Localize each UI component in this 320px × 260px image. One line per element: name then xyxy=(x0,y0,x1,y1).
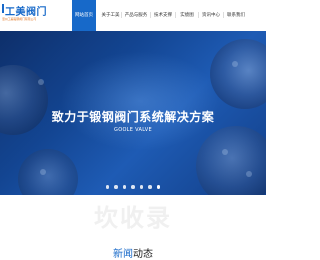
main-nav: 网站首页 关于工美 产品与服务 技术支撑 实绩图 资讯中心 联系我们 xyxy=(72,0,248,31)
valve-bolt xyxy=(246,171,252,177)
news-title-part1: 新闻 xyxy=(113,249,133,260)
slider-dot[interactable] xyxy=(148,185,152,189)
news-title-part2: 动态 xyxy=(133,249,153,260)
news-watermark: 坎收录 xyxy=(94,204,172,232)
slider-dot-active[interactable] xyxy=(156,185,161,189)
logo-title: 工美阀门 xyxy=(2,3,47,18)
nav-item-news[interactable]: 资讯中心 xyxy=(199,0,223,31)
banner-subtitle: GOOLE VALVE xyxy=(114,127,152,133)
logo[interactable]: 工美阀门 温州工美锻钢阀门有限公司 xyxy=(2,3,68,27)
nav-item-about[interactable]: 关于工美 xyxy=(100,0,121,31)
news-section: 坎收录 新闻动态 xyxy=(0,195,266,260)
banner-title: 致力于锻钢阀门系统解决方案 xyxy=(51,110,215,124)
nav-item-home[interactable]: 网站首页 xyxy=(72,0,96,31)
slider-dot[interactable] xyxy=(114,185,118,189)
nav-item-cases[interactable]: 实绩图 xyxy=(176,0,198,31)
valve-bolt xyxy=(222,149,228,155)
slider-dots xyxy=(0,185,266,189)
logo-subtitle: 温州工美锻钢阀门有限公司 xyxy=(2,17,37,21)
slider-dot[interactable] xyxy=(105,185,110,189)
header: 工美阀门 温州工美锻钢阀门有限公司 网站首页 关于工美 产品与服务 技术支撑 实… xyxy=(0,0,266,31)
valve-bolt xyxy=(232,61,238,67)
slider-dot[interactable] xyxy=(131,185,135,189)
nav-item-contact[interactable]: 联系我们 xyxy=(224,0,248,31)
slider-dot[interactable] xyxy=(139,185,144,189)
valve-bolt xyxy=(40,169,46,175)
banner-glow xyxy=(60,51,220,151)
nav-item-products[interactable]: 产品与服务 xyxy=(122,0,150,31)
nav-item-tech-support[interactable]: 技术支撑 xyxy=(151,0,175,31)
slider-dot[interactable] xyxy=(122,185,127,189)
valve-bolt xyxy=(38,79,44,85)
hero-banner: 致力于锻钢阀门系统解决方案 GOOLE VALVE xyxy=(0,31,266,195)
